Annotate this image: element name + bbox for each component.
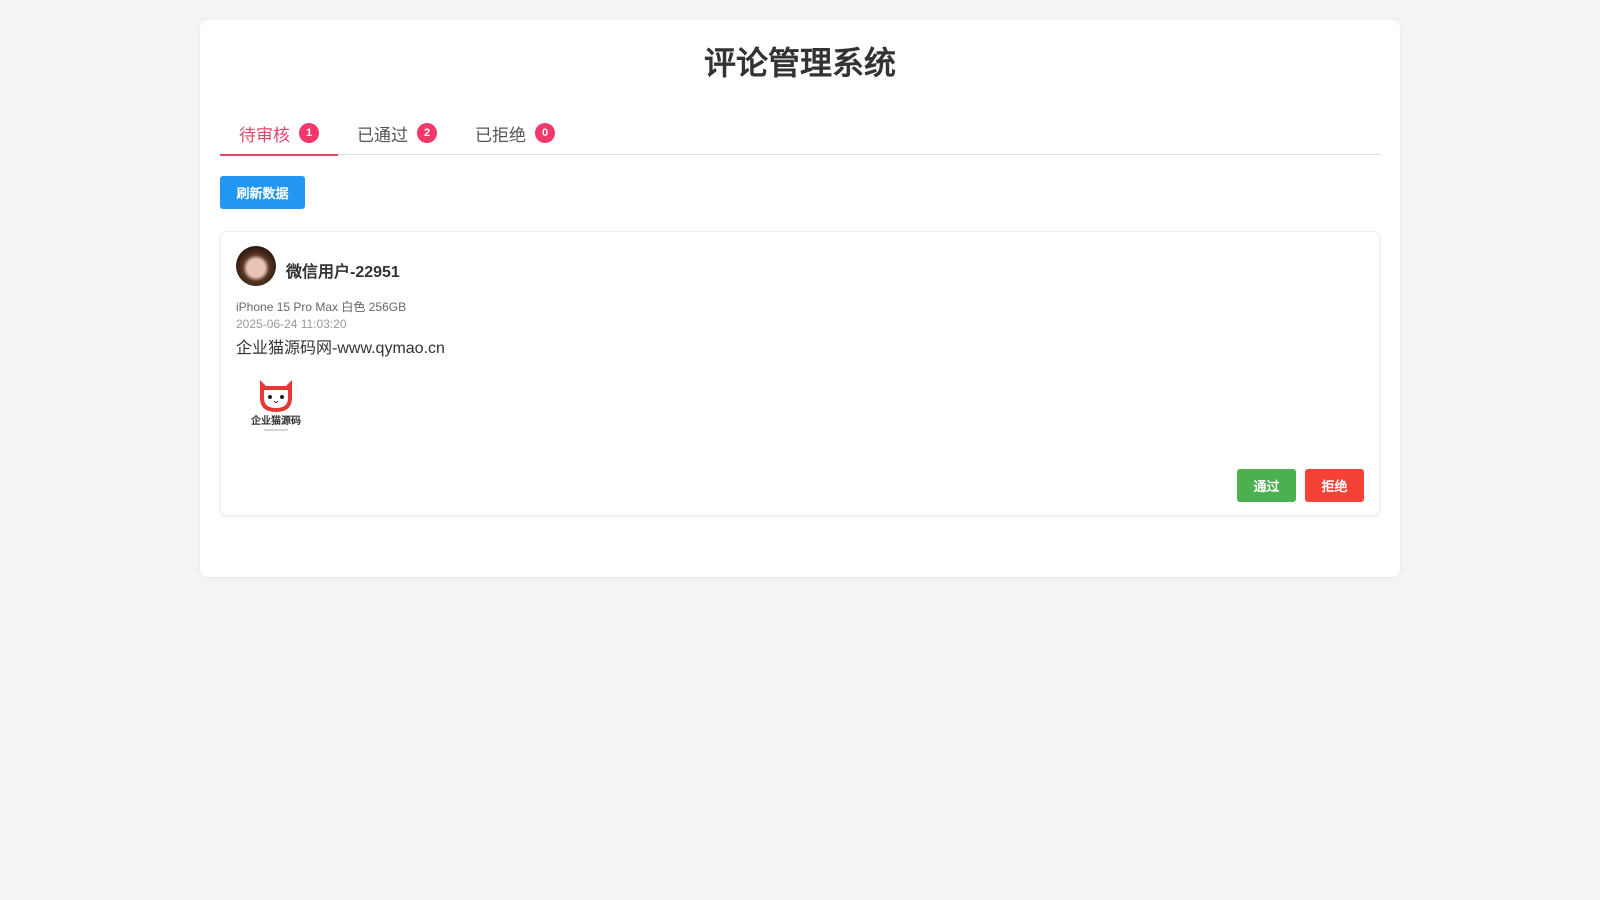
tab-label: 待审核 <box>239 125 290 145</box>
count-badge: 0 <box>535 123 555 143</box>
svg-text:企业猫源码: 企业猫源码 <box>250 414 301 427</box>
comment-time: 2025-06-24 11:03:20 <box>236 317 347 331</box>
avatar <box>236 246 276 286</box>
tab-bar: 待审核 1 已通过 2 已拒绝 0 <box>220 115 1380 156</box>
product-info: iPhone 15 Pro Max 白色 256GB <box>236 300 407 314</box>
comment-image[interactable]: 企业猫源码 <box>236 372 316 442</box>
tab-label: 已通过 <box>357 125 408 145</box>
tab-label: 已拒绝 <box>475 125 526 145</box>
tab-rejected[interactable]: 已拒绝 0 <box>456 115 574 155</box>
reject-button[interactable]: 拒绝 <box>1305 469 1364 502</box>
approve-button[interactable]: 通过 <box>1237 469 1296 502</box>
count-badge: 2 <box>417 123 437 143</box>
user-name: 微信用户-22951 <box>286 264 400 281</box>
tab-approved[interactable]: 已通过 2 <box>338 115 456 155</box>
comment-card: 微信用户-22951 iPhone 15 Pro Max 白色 256GB 20… <box>220 231 1380 516</box>
comment-content: 企业猫源码网-www.qymao.cn <box>236 340 445 357</box>
count-badge: 1 <box>299 123 319 143</box>
main-panel: 评论管理系统 待审核 1 已通过 2 已拒绝 0 刷新数据 微信用户-22951 iP… <box>200 20 1400 577</box>
refresh-button[interactable]: 刷新数据 <box>220 176 305 209</box>
page-title: 评论管理系统 <box>703 45 896 81</box>
tab-pending[interactable]: 待审核 1 <box>220 115 338 156</box>
